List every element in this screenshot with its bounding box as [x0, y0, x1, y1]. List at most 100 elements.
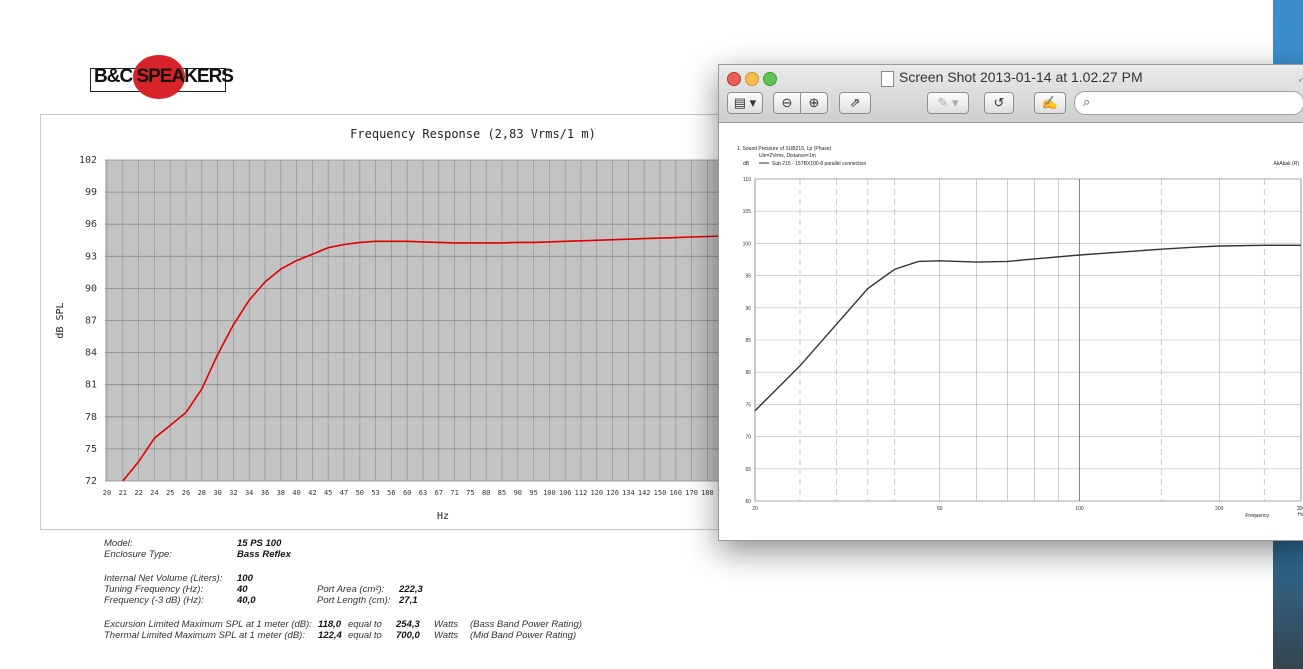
zoom-in-icon: ⊕ — [808, 95, 820, 110]
edit-button[interactable]: ✍ — [1034, 92, 1066, 114]
chart-subtitle: Uin=2Vrms, Distance=1m — [759, 153, 816, 159]
chart-title: Frequency Response (2,83 Vrms/1 m) — [350, 127, 596, 141]
window-titlebar[interactable]: Screen Shot 2013-01-14 at 1.02.27 PM ⤢ ▤… — [719, 65, 1303, 123]
y-tick-label: 65 — [745, 467, 751, 473]
enclosure-value: Bass Reflex — [237, 549, 291, 560]
y-tick-label: 87 — [85, 316, 97, 327]
sidebar-toggle-button[interactable]: ▤ ▾ — [727, 92, 763, 114]
x-tick-label: 112 — [575, 489, 588, 497]
f3-value: 40,0 — [237, 595, 256, 606]
x-tick-label: 24 — [150, 489, 158, 497]
enclosure-label: Enclosure Type: — [104, 549, 172, 560]
fullscreen-icon[interactable]: ⤢ — [1299, 73, 1303, 84]
annotate-button[interactable]: ✎ ▾ — [927, 92, 969, 114]
x-tick-label: 25 — [166, 489, 174, 497]
x-tick-label: 20 — [752, 506, 758, 512]
x-tick-label: 50 — [356, 489, 364, 497]
zoom-in-button[interactable]: ⊕ — [800, 92, 828, 114]
thermal-label: Thermal Limited Maximum SPL at 1 meter (… — [104, 630, 305, 641]
x-tick-label: 30 — [213, 489, 221, 497]
x-tick-label: 142 — [638, 489, 651, 497]
x-tick-label: 100 — [543, 489, 556, 497]
x-tick-label: 22 — [134, 489, 142, 497]
document-icon — [881, 71, 894, 87]
x-tick-label: 42 — [308, 489, 316, 497]
excursion-watts: 254,3 — [396, 619, 420, 630]
thermal-value: 122,4 — [318, 630, 342, 641]
x-tick-label: 60 — [403, 489, 411, 497]
x-tick-label: 160 — [669, 489, 682, 497]
zoom-out-button[interactable]: ⊖ — [773, 92, 801, 114]
tuning-label: Tuning Frequency (Hz): — [104, 584, 204, 595]
y-tick-label: 84 — [85, 348, 97, 359]
edit-icon: ✍ — [1041, 95, 1059, 110]
x-tick-label: 53 — [371, 489, 379, 497]
preview-content[interactable]: 606570758085909510010511020501002003001.… — [719, 123, 1303, 540]
excursion-equal: equal to — [348, 619, 382, 630]
volume-value: 100 — [237, 573, 253, 584]
search-icon: ⌕ — [1083, 94, 1091, 109]
x-axis-label: Frequency — [1245, 513, 1269, 519]
y-tick-label: 95 — [745, 274, 751, 280]
share-button[interactable]: ⇗ — [839, 92, 871, 114]
x-tick-label: 34 — [245, 489, 253, 497]
y-tick-label: 75 — [745, 402, 751, 408]
y-tick-label: 75 — [85, 444, 97, 455]
minimize-window-button[interactable] — [745, 72, 759, 86]
x-tick-label: 36 — [261, 489, 269, 497]
zoom-window-button[interactable] — [763, 72, 777, 86]
x-tick-label: 95 — [529, 489, 537, 497]
x-tick-label: 200 — [1215, 506, 1224, 512]
y-tick-label: 78 — [85, 412, 97, 423]
y-tick-label: 110 — [743, 177, 751, 183]
y-axis-label: dB — [743, 161, 750, 167]
x-tick-label: 80 — [482, 489, 490, 497]
close-window-button[interactable] — [727, 72, 741, 86]
y-tick-label: 105 — [743, 209, 752, 215]
y-tick-label: 90 — [85, 283, 97, 294]
x-tick-label: 71 — [450, 489, 458, 497]
search-input[interactable]: ⌕ — [1074, 91, 1303, 115]
legend-entry: Sub 215 - 15TBX100-8 parallel connection — [772, 161, 866, 167]
x-tick-label: 180 — [701, 489, 714, 497]
y-tick-label: 93 — [85, 251, 97, 262]
pencil-icon: ✎ ▾ — [937, 95, 959, 110]
model-label: Model: — [104, 538, 133, 549]
y-tick-label: 90 — [745, 306, 751, 312]
x-tick-label: 170 — [685, 489, 698, 497]
f3-label: Frequency (-3 dB) (Hz): — [104, 595, 204, 606]
x-tick-label: 32 — [229, 489, 237, 497]
x-tick-label: 120 — [590, 489, 603, 497]
preview-window[interactable]: Screen Shot 2013-01-14 at 1.02.27 PM ⤢ ▤… — [718, 64, 1303, 541]
excursion-label: Excursion Limited Maximum SPL at 1 meter… — [104, 619, 312, 630]
x-tick-label: 47 — [340, 489, 348, 497]
x-tick-label: 56 — [387, 489, 395, 497]
y-tick-label: 99 — [85, 187, 97, 198]
rotate-icon: ↺ — [993, 95, 1005, 110]
x-tick-label: 126 — [606, 489, 619, 497]
thermal-watts: 700,0 — [396, 630, 420, 641]
x-axis-label: Hz — [437, 511, 449, 522]
y-tick-label: 85 — [745, 338, 751, 344]
y-tick-label: 100 — [743, 241, 752, 247]
y-axis-label: dB SPL — [55, 302, 66, 338]
tuning-value: 40 — [237, 584, 248, 595]
rotate-button[interactable]: ↺ — [984, 92, 1014, 114]
x-tick-label: 67 — [435, 489, 443, 497]
x-tick-label: 63 — [419, 489, 427, 497]
excursion-value: 118,0 — [318, 619, 342, 630]
y-tick-label: 70 — [745, 435, 751, 441]
y-tick-label: 72 — [85, 476, 97, 487]
zoom-out-icon: ⊖ — [781, 95, 793, 110]
x-tick-label: 75 — [466, 489, 474, 497]
x-tick-label: 150 — [654, 489, 667, 497]
sidebar-toggle-icon: ▤ ▾ — [733, 95, 757, 110]
port-length-value: 27,1 — [399, 595, 418, 606]
y-tick-label: 60 — [745, 499, 751, 505]
sound-pressure-chart: 606570758085909510010511020501002003001.… — [737, 146, 1303, 519]
x-tick-label: 85 — [498, 489, 506, 497]
x-axis-unit: Hz — [1298, 512, 1303, 518]
thermal-unit: Watts — [434, 630, 459, 641]
x-tick-label: 28 — [198, 489, 206, 497]
excursion-note: (Bass Band Power Rating) — [470, 619, 582, 630]
